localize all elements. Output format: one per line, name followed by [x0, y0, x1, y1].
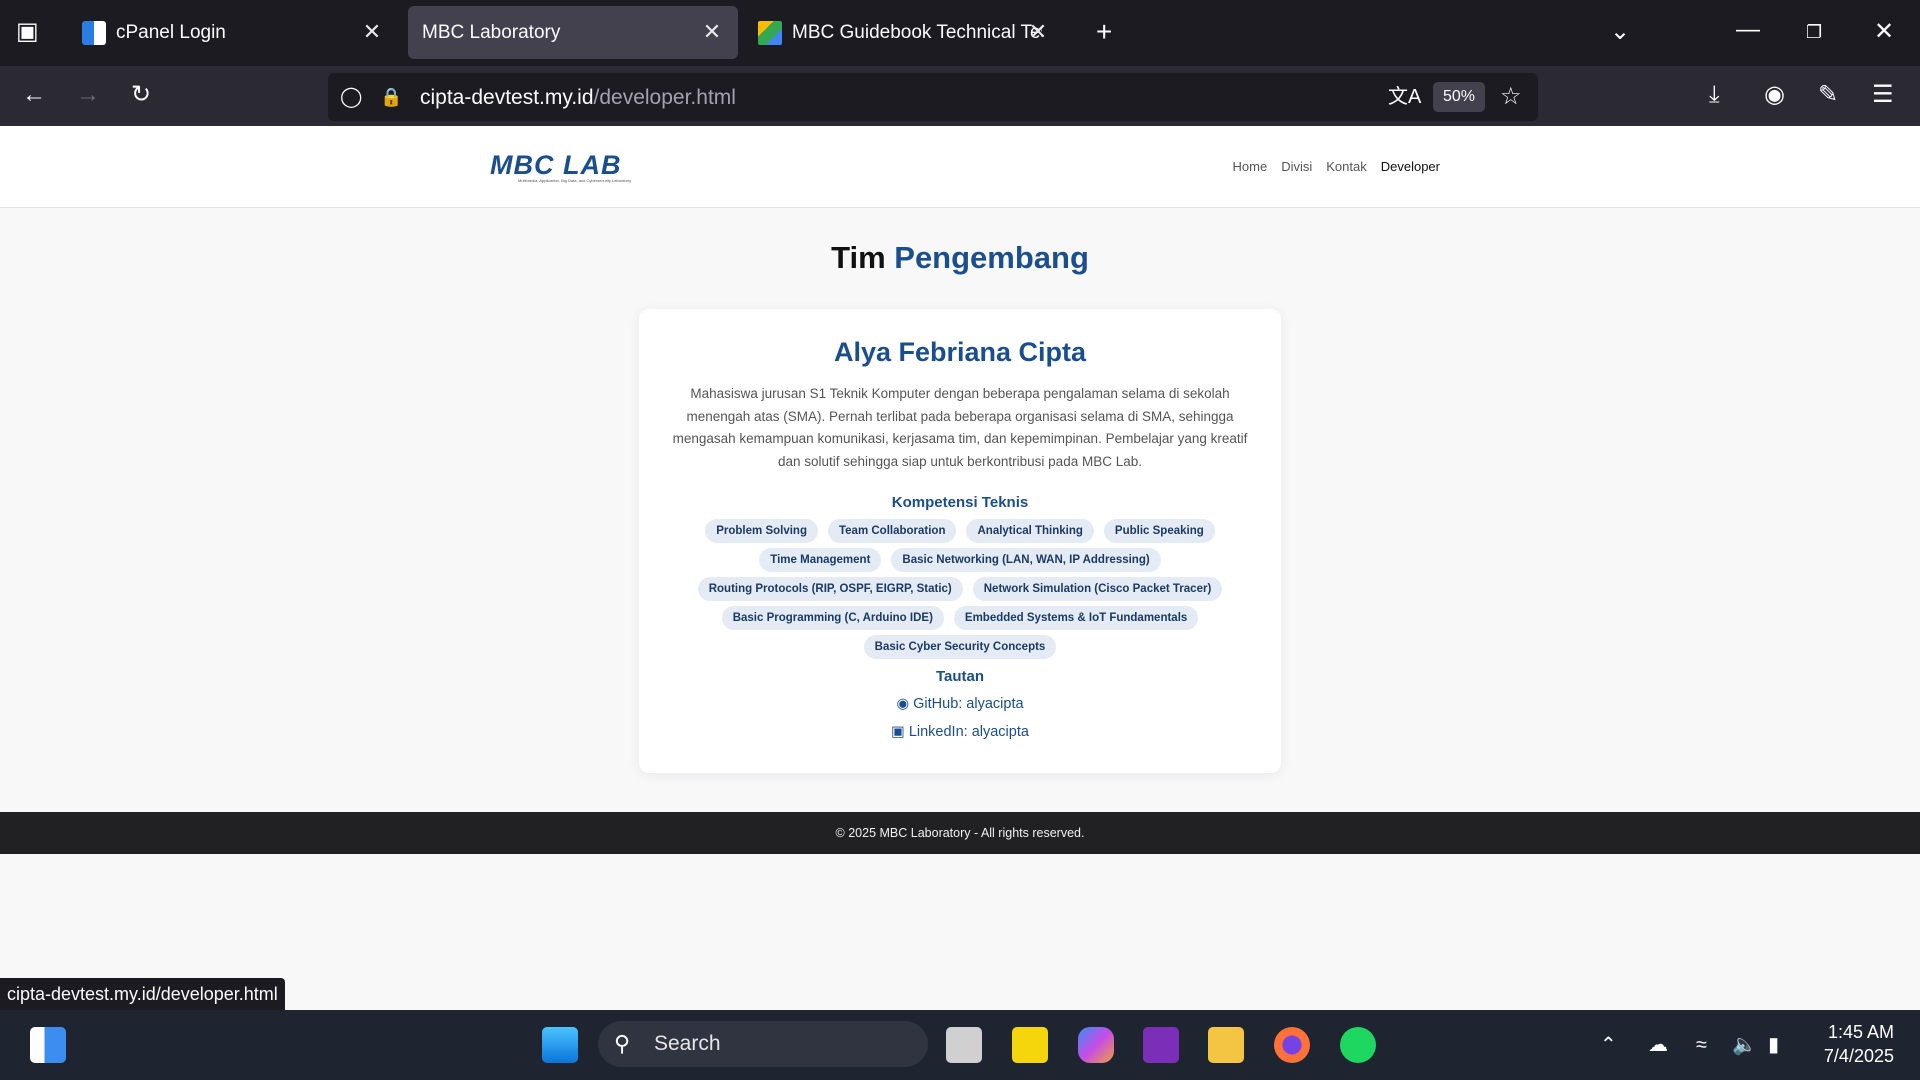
url-path: /developer.html — [593, 86, 736, 109]
status-url: cipta-devtest.my.id/developer.html — [0, 978, 285, 1010]
browser-toolbar: ← → ↻ ◯ 🔒 cipta-devtest.my.id/developer.… — [0, 66, 1920, 126]
firefox-icon[interactable] — [1274, 1027, 1310, 1063]
google-drive-favicon-icon — [758, 20, 782, 45]
nav-divisi[interactable]: Divisi — [1281, 159, 1312, 174]
github-link-text: GitHub: alyacipta — [913, 696, 1024, 712]
logo-text: MBC LAB — [490, 150, 622, 180]
menu-icon[interactable]: ☰ — [1872, 83, 1894, 107]
sticky-notes-icon[interactable] — [1012, 1027, 1048, 1063]
extensions-icon[interactable]: ✎ — [1818, 83, 1838, 107]
zoom-level[interactable]: 50% — [1433, 82, 1485, 112]
taskbar: ⚲ Search ⌃ ☁ ≈ 🔈 ▮ 1:45 AM 7/4/2025 — [0, 1010, 1920, 1080]
new-tab-icon[interactable]: + — [1096, 18, 1112, 46]
task-view-icon[interactable] — [946, 1027, 982, 1063]
clock-time: 1:45 AM — [1827, 1022, 1894, 1042]
site-nav: Home Divisi Kontak Developer — [1233, 159, 1441, 174]
translate-icon[interactable]: 文A — [1388, 85, 1421, 109]
bookmark-star-icon[interactable]: ☆ — [1500, 85, 1522, 109]
battery-icon[interactable]: ▮ — [1768, 1033, 1779, 1057]
skill-chip: Public Speaking — [1103, 519, 1215, 543]
developer-card: Alya Febriana Cipta Mahasiswa jurusan S1… — [639, 309, 1281, 773]
cpanel-favicon-icon — [82, 20, 106, 45]
skill-chip: Network Simulation (Cisco Packet Tracer) — [972, 577, 1223, 601]
taskbar-search[interactable]: ⚲ Search — [598, 1021, 928, 1067]
skill-chip: Basic Cyber Security Concepts — [863, 635, 1057, 659]
site-footer: © 2025 MBC Laboratory - All rights reser… — [0, 812, 1920, 854]
skills-heading: Kompetensi Teknis — [891, 494, 1029, 511]
onedrive-icon[interactable]: ☁ — [1648, 1033, 1668, 1057]
linkedin-link[interactable]: ▣ LinkedIn: alyacipta — [639, 724, 1281, 740]
tab-guidebook[interactable]: MBC Guidebook Technical Test ✕ — [744, 6, 1064, 59]
tab-overview-icon[interactable]: ▣ — [16, 20, 39, 44]
tab-title: cPanel Login — [116, 21, 226, 43]
clock-date: 7/4/2025 — [1823, 1046, 1894, 1066]
nav-kontak[interactable]: Kontak — [1326, 159, 1366, 174]
start-icon[interactable] — [542, 1027, 578, 1063]
site-header: MBC LAB Multimedia, Application, Big Dat… — [0, 126, 1920, 208]
reload-icon[interactable]: ↻ — [131, 83, 151, 107]
tab-title: MBC Laboratory — [422, 21, 561, 43]
skill-chip: Embedded Systems & IoT Fundamentals — [953, 606, 1199, 630]
copilot-icon[interactable] — [1078, 1027, 1114, 1063]
skill-chip: Problem Solving — [705, 519, 818, 543]
links-heading: Tautan — [935, 668, 985, 685]
wifi-icon[interactable]: ≈ — [1696, 1033, 1707, 1057]
search-icon: ⚲ — [614, 1031, 631, 1056]
developer-name: Alya Febriana Cipta — [833, 337, 1087, 367]
skills-list: Problem Solving Team Collaboration Analy… — [679, 519, 1241, 659]
lock-icon[interactable]: 🔒 — [380, 85, 402, 109]
nav-home[interactable]: Home — [1233, 159, 1268, 174]
onenote-icon[interactable] — [1143, 1027, 1179, 1063]
address-bar[interactable]: ◯ 🔒 cipta-devtest.my.id/developer.html 文… — [328, 73, 1538, 121]
file-explorer-icon[interactable] — [1208, 1027, 1244, 1063]
skill-chip: Basic Programming (C, Arduino IDE) — [721, 606, 944, 630]
volume-icon[interactable]: 🔈 — [1732, 1033, 1757, 1057]
forward-icon[interactable]: → — [76, 83, 100, 107]
github-icon: ◉ — [896, 696, 914, 712]
web-page: MBC LAB Multimedia, Application, Big Dat… — [0, 126, 1920, 1010]
developer-bio: Mahasiswa jurusan S1 Teknik Komputer den… — [672, 386, 1248, 469]
page-title-part2: Pengembang — [894, 240, 1089, 275]
skill-chip: Time Management — [759, 548, 882, 572]
linkedin-icon: ▣ — [891, 724, 909, 740]
tab-cpanel[interactable]: cPanel Login ✕ — [68, 6, 398, 59]
clock[interactable]: 1:45 AM 7/4/2025 — [1824, 1020, 1894, 1068]
tab-list-chevron-icon[interactable]: ⌄ — [1610, 20, 1630, 44]
downloads-icon[interactable]: ⤓ — [1709, 83, 1720, 107]
page-title: Tim Pengembang — [0, 240, 1920, 276]
back-icon[interactable]: ← — [22, 83, 46, 107]
close-icon[interactable]: ✕ — [700, 20, 724, 44]
logo-subtitle: Multimedia, Application, Big Data, and C… — [518, 178, 632, 183]
close-icon[interactable]: ✕ — [1026, 20, 1050, 44]
tray-chevron-icon[interactable]: ⌃ — [1600, 1033, 1617, 1057]
spotify-icon[interactable] — [1340, 1027, 1376, 1063]
mbc-lab-logo[interactable]: MBC LAB Multimedia, Application, Big Dat… — [490, 150, 640, 184]
tab-mbc-laboratory[interactable]: MBC Laboratory ✕ — [408, 6, 738, 59]
linkedin-link-text: LinkedIn: alyacipta — [908, 724, 1029, 740]
skill-chip: Analytical Thinking — [966, 519, 1094, 543]
github-link[interactable]: ◉ GitHub: alyacipta — [639, 696, 1281, 712]
shield-icon[interactable]: ◯ — [340, 85, 362, 109]
widgets-icon[interactable] — [30, 1027, 66, 1063]
url-text[interactable]: cipta-devtest.my.id/developer.html — [420, 86, 736, 110]
close-icon[interactable]: ✕ — [360, 20, 384, 44]
browser-tab-strip: ▣ cPanel Login ✕ MBC Laboratory ✕ MBC Gu… — [0, 0, 1920, 66]
skill-chip: Basic Networking (LAN, WAN, IP Addressin… — [891, 548, 1161, 572]
page-title-part1: Tim — [831, 240, 886, 275]
tab-title: MBC Guidebook Technical Test — [792, 21, 1042, 43]
nav-developer[interactable]: Developer — [1381, 159, 1440, 174]
account-icon[interactable]: ◉ — [1764, 83, 1785, 107]
search-placeholder: Search — [654, 1032, 721, 1055]
minimize-icon[interactable]: — — [1736, 18, 1760, 42]
restore-icon[interactable]: ❐ — [1806, 20, 1822, 44]
url-host: cipta-devtest.my.id — [420, 86, 594, 109]
skill-chip: Routing Protocols (RIP, OSPF, EIGRP, Sta… — [697, 577, 963, 601]
window-close-icon[interactable]: ✕ — [1874, 20, 1894, 44]
skill-chip: Team Collaboration — [827, 519, 957, 543]
